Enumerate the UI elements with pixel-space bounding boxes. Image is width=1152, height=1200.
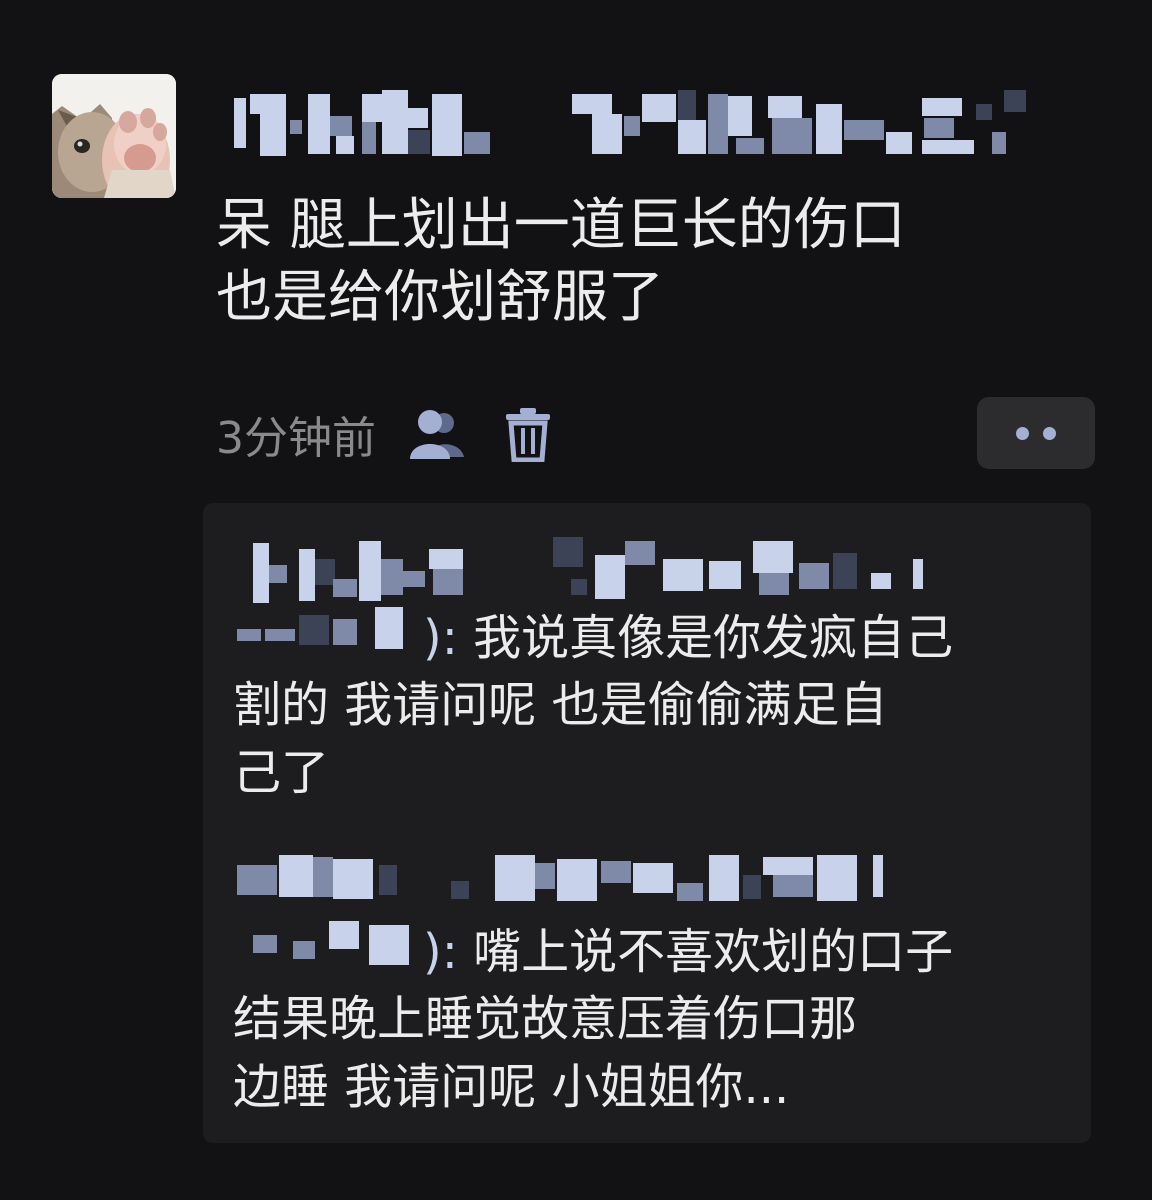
comment-author-pixelated[interactable]: ): 我说真像是你发疯自己 <box>233 519 1081 666</box>
post-text: 呆 腿上划出一道巨长的伤口 也是给你划舒服了 <box>216 190 1096 334</box>
post-text-line: 呆 腿上划出一道巨长的伤口 <box>216 193 906 258</box>
comment-item[interactable]: ): 我说真像是你发疯自己 割的 我请问呢 也是偷偷满足自 己了 <box>233 519 1081 819</box>
comment-text-line: 结果晚上睡觉故意压着伤口那 <box>233 991 858 1047</box>
post-time: 3分钟前 <box>216 413 376 464</box>
comment-text-line: 边睡 我请问呢 小姐姐你... <box>233 1059 790 1115</box>
comment-text: 我说真像是你发疯自己 <box>473 610 954 666</box>
post-meta-row: 3分钟前 <box>216 398 586 470</box>
avatar-cat-image <box>52 74 176 198</box>
more-dot <box>1043 426 1056 440</box>
comment-author-suffix: ): <box>423 924 458 980</box>
avatar[interactable] <box>52 74 176 198</box>
people-icon[interactable] <box>406 402 470 466</box>
moment-screen: 呆 腿上划出一道巨长的伤口 也是给你划舒服了 3分钟前): 我说真像是你发疯自… <box>0 0 1152 1200</box>
comment-text: 嘴上说不喜欢划的口子 <box>473 924 954 980</box>
comment-text-line: 割的 我请问呢 也是偷偷满足自 <box>233 677 888 733</box>
more-dots-icon[interactable] <box>977 397 1095 469</box>
comment-text-line: 己了 <box>233 745 330 801</box>
comments-section: ): 我说真像是你发疯自己 割的 我请问呢 也是偷偷满足自 己了): 嘴上说不… <box>203 503 1091 1143</box>
trash-icon[interactable] <box>496 402 560 466</box>
comment-item[interactable]: ): 嘴上说不喜欢划的口子 结果晚上睡觉故意压着伤口那 边睡 我请问呢 小姐姐你… <box>233 835 1081 1135</box>
comment-author-pixelated[interactable]: ): 嘴上说不喜欢划的口子 <box>233 835 1081 980</box>
more-dot <box>1016 426 1029 440</box>
post-text-line: 也是给你划舒服了 <box>216 265 664 330</box>
user-name-pixelated[interactable] <box>232 86 1052 156</box>
comment-author-suffix: ): <box>423 610 458 666</box>
